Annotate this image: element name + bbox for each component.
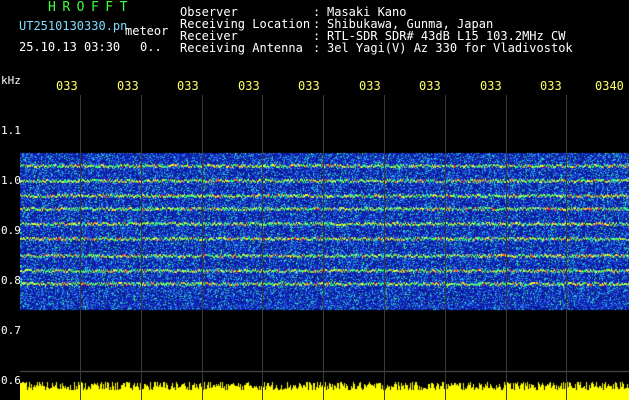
y-tick-label: 0.8 (1, 274, 21, 287)
x-tick-label: 033 (540, 79, 562, 93)
x-tick-label: 033 (56, 79, 78, 93)
x-tick-label: 033 (480, 79, 502, 93)
time-gridline (566, 95, 567, 400)
y-tick-label: 0.7 (1, 324, 21, 337)
antenna-label: Receiving Antenna (180, 41, 303, 55)
app-title: HROFFT (48, 0, 134, 15)
datetime-label: 25.10.13 03:30 (19, 40, 121, 54)
x-tick-label: 033 (298, 79, 320, 93)
y-tick-label: 0.9 (1, 224, 21, 237)
time-gridline (506, 95, 507, 400)
x-tick-label: 033 (117, 79, 139, 93)
detection-tag: meteor (125, 24, 169, 38)
counter-label: 0.. (140, 40, 162, 54)
axis-unit-label: kHz (1, 74, 21, 87)
y-tick-label: 1.0 (1, 174, 21, 187)
antenna-value: 3el Yagi(V) Az 330 for Vladivostok (327, 41, 573, 55)
x-tick-label: 033 (419, 79, 441, 93)
y-tick-label: 0.6 (1, 374, 21, 387)
time-gridline (262, 95, 263, 400)
filename-label: UT2510130330.pn (19, 19, 128, 33)
time-gridline (141, 95, 142, 400)
y-tick-label: 1.1 (1, 124, 21, 137)
antenna-separator: : (313, 41, 321, 55)
time-gridline (80, 95, 81, 400)
spectrogram-canvas (20, 95, 629, 400)
x-tick-label: 033 (177, 79, 199, 93)
x-tick-label: 0340 (595, 79, 624, 93)
x-tick-label: 033 (238, 79, 260, 93)
time-gridline (384, 95, 385, 400)
time-gridline (445, 95, 446, 400)
x-tick-label: 033 (359, 79, 381, 93)
time-gridline (202, 95, 203, 400)
time-gridline (323, 95, 324, 400)
